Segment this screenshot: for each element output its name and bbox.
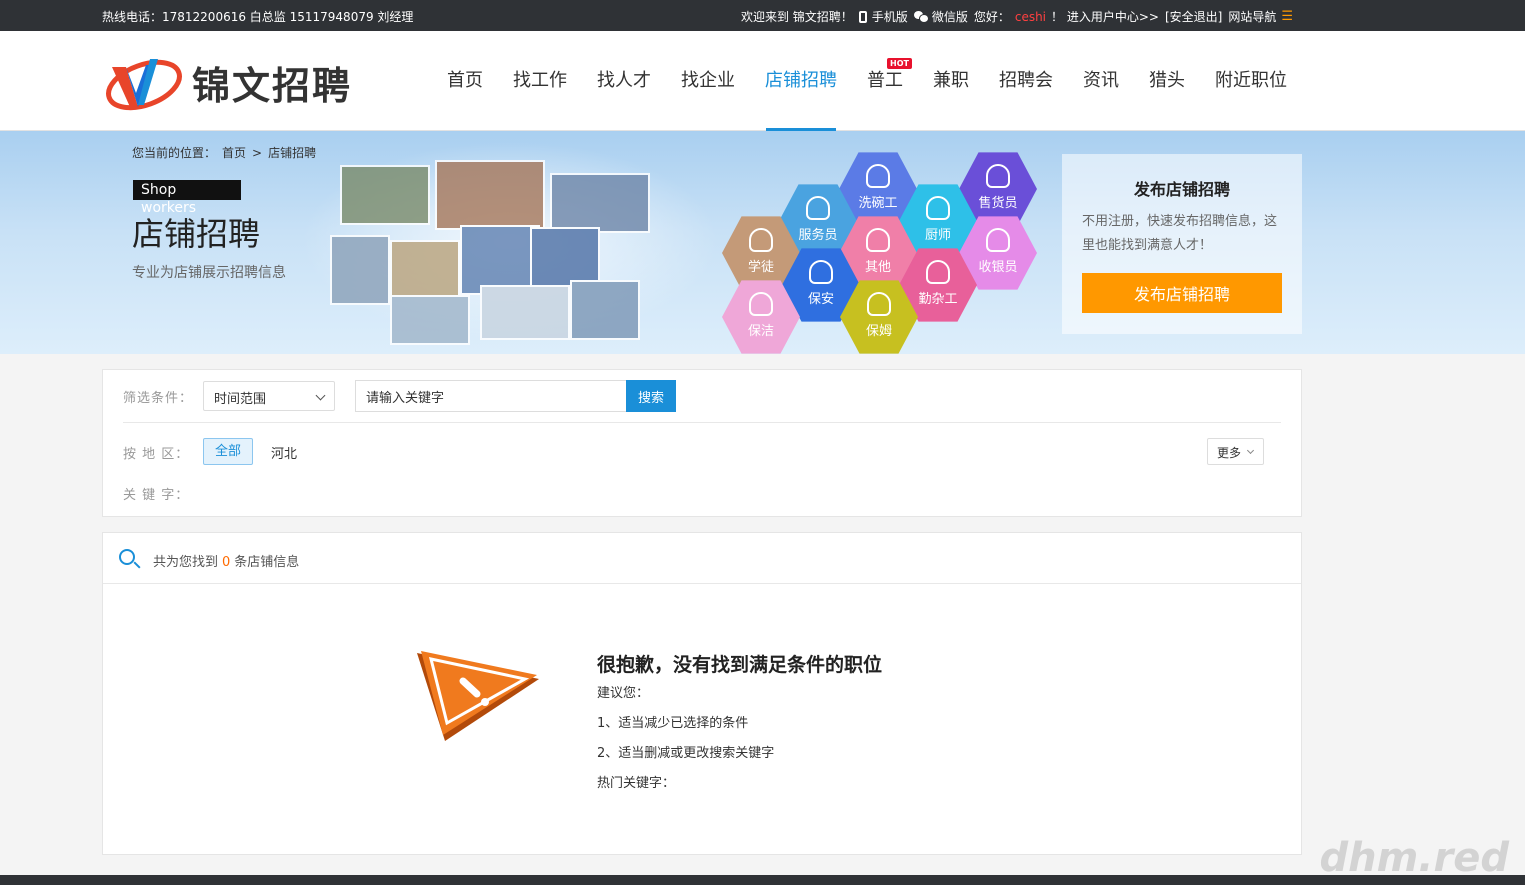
cashier-icon [986,228,1010,252]
suggest-label: 建议您： [597,686,650,701]
suggest-tip-2: 2、适当删减或更改搜索关键字 [597,746,775,761]
nav-find-job[interactable]: 找工作 [498,31,582,131]
handyman-icon [926,260,950,284]
filter-divider [123,422,1281,423]
user-center-link[interactable]: ！ 进入用户中心>> [1051,8,1159,25]
category-label: 售货员 [978,196,1018,211]
top-bar: 热线电话：17812200616 白总监 15117948079 刘经理 欢迎来… [0,0,1525,31]
nanny-icon [867,292,891,316]
site-nav-link[interactable]: 网站导航 ☰ [1228,8,1293,25]
results-header: 共为您找到 0 条店铺信息 [103,533,1301,584]
hot-keywords-label: 热门关键字： [597,776,676,791]
filter-conditions-label: 筛选条件： [123,391,194,406]
nav-part-time[interactable]: 兼职 [918,31,984,131]
logo-mark-icon [106,59,182,111]
phone-icon [858,10,867,23]
footer-bar [0,875,1525,885]
chevron-down-icon [1246,446,1255,455]
nav-news[interactable]: 资讯 [1068,31,1134,131]
nav-shop-recruit[interactable]: 店铺招聘 [750,31,852,131]
menu-icon: ☰ [1281,9,1293,24]
wechat-label: 微信版 [931,10,968,24]
mobile-link[interactable]: 手机版 [858,8,908,25]
main-nav: 首页 找工作 找人才 找企业 店铺招聘 普工 HOT 兼职 招聘会 资讯 猎头 附… [432,31,1302,131]
cleaner-icon [749,292,773,316]
apprentice-icon [749,228,773,252]
page-title: 店铺招聘 [132,215,261,253]
breadcrumb-prefix: 您当前的位置： [132,146,217,160]
other-icon [866,228,890,252]
chevron-down-icon [315,390,326,401]
category-label: 学徒 [747,260,774,275]
chef-icon [926,196,950,220]
nav-job-fair[interactable]: 招聘会 [984,31,1068,131]
warning-icon [417,651,539,741]
username-link[interactable]: ceshi [1015,10,1046,24]
nav-home[interactable]: 首页 [432,31,498,131]
area-option-all[interactable]: 全部 [203,438,253,465]
page-subtitle: 专业为店铺展示招聘信息 [132,265,286,281]
nav-headhunter[interactable]: 猎头 [1134,31,1200,131]
hotline-text: 热线电话：17812200616 白总监 15117948079 刘经理 [102,10,414,24]
shop-photos-collage [330,155,660,345]
logo-text: 锦文招聘 [192,62,353,108]
dish-icon [866,164,890,188]
salesperson-icon [986,164,1010,188]
keyword-label: 关 键 字： [123,488,190,503]
suggest-tip-1: 1、适当减少已选择的条件 [597,716,749,731]
top-bar-right: 欢迎来到 锦文招聘！ 手机版 微信版 您好： ceshi ！ 进入用户中心>> [安… [741,8,1293,25]
category-label: 洗碗工 [858,196,898,211]
search-icon [119,549,135,565]
time-range-select[interactable]: 时间范围 [203,381,335,411]
nav-nearby[interactable]: 附近职位 [1200,31,1302,131]
nav-general-worker-label: 普工 [867,70,903,91]
time-range-value: 时间范围 [214,392,267,407]
greeting-label: 您好： [973,10,1010,24]
publish-description: 不用注册，快速发布招聘信息，这里也能找到满意人才！ [1082,214,1278,253]
category-label: 保洁 [747,324,774,339]
breadcrumb-separator: > [252,146,263,160]
results-panel: 共为您找到 0 条店铺信息 很抱歉，没有找到满足条件的职位 建议您： 1、适当减少已… [102,532,1302,855]
more-label: 更多 [1217,446,1242,460]
hot-badge: HOT [887,58,912,69]
area-option-hebei[interactable]: 河北 [271,443,297,462]
site-logo[interactable]: 锦文招聘 [104,49,352,115]
category-label: 收银员 [978,260,1018,275]
category-label: 厨师 [924,228,951,243]
publish-title: 发布店铺招聘 [1133,180,1230,199]
empty-state-title: 很抱歉，没有找到满足条件的职位 [597,654,883,676]
site-nav-label: 网站导航 [1228,10,1277,24]
waiter-icon [806,196,830,220]
nav-find-company[interactable]: 找企业 [666,31,750,131]
results-suffix: 条店铺信息 [234,555,300,570]
nav-find-talent[interactable]: 找人才 [582,31,666,131]
publish-shop-button[interactable]: 发布店铺招聘 [1082,273,1282,313]
guard-icon [809,260,833,284]
category-label: 保姆 [865,324,892,339]
nav-general-worker[interactable]: 普工 HOT [852,31,918,131]
more-areas-button[interactable]: 更多 [1207,438,1264,465]
main-header: 锦文招聘 首页 找工作 找人才 找企业 店铺招聘 普工 HOT 兼职 招聘会 资讯… [0,31,1525,131]
banner: 您当前的位置： 首页 > 店铺招聘 Shop workers 店铺招聘 专业为店铺展示… [0,131,1525,354]
wechat-link[interactable]: 微信版 [913,8,968,25]
wechat-icon [913,11,929,23]
results-prefix: 共为您找到 [153,555,219,570]
results-count-text: 共为您找到 0 条店铺信息 [153,551,299,570]
area-label: 按 地 区： [123,447,190,462]
greeting: 您好： ceshi ！ 进入用户中心>> [974,8,1159,25]
logout-link[interactable]: [安全退出] [1165,8,1222,25]
filter-panel: 筛选条件： 时间范围 搜索 按 地 区： 全部 河北 更多 关 键 字： [102,369,1302,517]
search-button[interactable]: 搜索 [626,380,676,412]
breadcrumb-current: 店铺招聘 [268,146,317,160]
watermark: dhm.red [1319,835,1509,881]
results-count: 0 [222,555,231,570]
publish-panel: 发布店铺招聘 不用注册，快速发布招聘信息，这里也能找到满意人才！ 发布店铺招聘 [1062,154,1302,334]
breadcrumb: 您当前的位置： 首页 > 店铺招聘 [132,144,322,161]
breadcrumb-home[interactable]: 首页 [222,146,246,160]
keyword-search-input[interactable] [355,380,627,412]
mobile-label: 手机版 [871,10,908,24]
welcome-text: 欢迎来到 锦文招聘！ [740,10,853,24]
english-tag: Shop workers [133,180,241,216]
